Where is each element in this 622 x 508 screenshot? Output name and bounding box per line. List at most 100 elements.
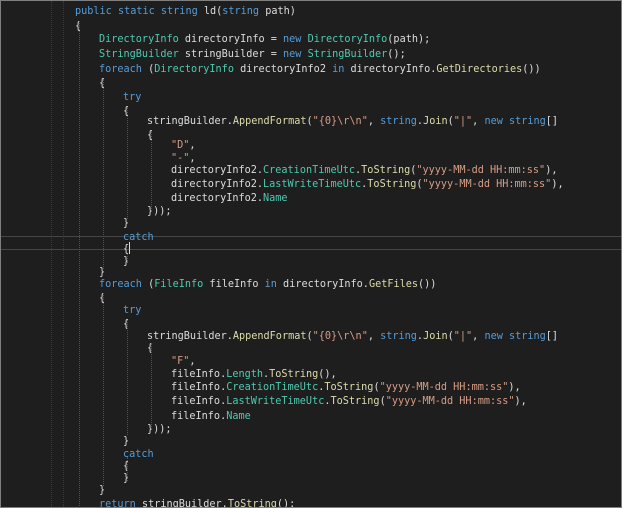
code-line: directoryInfo2.LastWriteTimeUtc.ToString…	[1, 177, 621, 192]
code-token: stringBuilder.	[135, 499, 228, 508]
code-token: directoryInfo.	[276, 279, 369, 290]
code-line: public static string ld(string path)	[1, 4, 621, 19]
code-token: ,	[189, 140, 196, 151]
code-token: directoryInfo =	[178, 34, 284, 45]
code-token: try	[123, 305, 142, 316]
code-token: new	[283, 49, 302, 60]
code-token: FileInfo	[154, 279, 204, 290]
code-token: }	[99, 485, 106, 496]
code-token: "yyyy-MM-dd HH:mm:ss"	[379, 382, 509, 393]
code-token: public	[75, 6, 112, 17]
code-token: ),	[508, 382, 521, 393]
code-token: "F"	[171, 356, 190, 367]
code-token: ())	[418, 279, 437, 290]
code-token: ,	[189, 356, 196, 367]
code-token: directoryInfo2	[233, 64, 333, 75]
code-token: LastWriteTimeUtc	[263, 179, 362, 190]
code-token: ToString	[330, 396, 380, 407]
code-line: }	[1, 216, 621, 231]
code-token: path)	[259, 6, 296, 17]
code-token: (),	[318, 369, 337, 380]
code-token: AppendFormat	[232, 116, 307, 127]
code-token: ),	[551, 179, 564, 190]
code-token: ),	[545, 165, 558, 176]
code-token: static	[117, 6, 155, 17]
block-guide	[79, 21, 80, 506]
code-token: new	[283, 34, 302, 45]
code-token: Name	[263, 193, 288, 204]
code-token: directoryInfo2.	[171, 165, 264, 176]
code-token: ToString	[227, 499, 277, 508]
code-token: }	[123, 436, 130, 447]
code-token: ();	[387, 49, 406, 60]
code-line: foreach (DirectoryInfo directoryInfo2 in…	[1, 62, 621, 77]
code-token: LastWriteTimeUtc	[226, 396, 325, 407]
code-token: fileInfo.	[171, 411, 227, 422]
code-token: string	[380, 116, 417, 127]
code-token: Name	[226, 411, 251, 422]
code-token: GetFiles	[368, 279, 419, 290]
code-line: fileInfo.LastWriteTimeUtc.ToString("yyyy…	[1, 394, 621, 409]
code-token: directoryInfo2.	[171, 179, 264, 190]
code-line: stringBuilder.AppendFormat("{0}\r\n", st…	[1, 114, 621, 129]
code-token: in	[332, 64, 345, 75]
code-token: (path);	[387, 34, 431, 45]
code-token: ToString	[324, 382, 374, 393]
code-token: }	[123, 218, 130, 229]
code-token: ,	[472, 116, 485, 127]
code-token: Length	[226, 369, 264, 380]
block-guide	[151, 343, 152, 429]
code-token: StringBuilder	[99, 49, 179, 60]
code-token: (	[141, 279, 155, 290]
code-token: ToString	[361, 165, 411, 176]
code-token: try	[123, 92, 142, 103]
code-token: ),	[514, 396, 527, 407]
code-token: ToString	[367, 179, 417, 190]
code-token: string	[160, 6, 198, 17]
code-token: foreach	[99, 64, 142, 75]
code-token: fileInfo.	[171, 382, 227, 393]
code-editor[interactable]: public static string ld(string path){Dir…	[0, 0, 622, 508]
code-line: try	[1, 303, 621, 318]
block-guide	[127, 254, 128, 263]
code-token: ld(	[197, 6, 223, 17]
code-token: ,	[367, 116, 381, 127]
code-line: directoryInfo2.CreationTimeUtc.ToString(…	[1, 163, 621, 178]
code-token: "yyyy-MM-dd HH:mm:ss"	[416, 165, 546, 176]
code-line: {	[1, 76, 621, 91]
block-guide	[103, 79, 104, 269]
block-guide	[127, 107, 128, 219]
code-token: ())	[522, 64, 541, 75]
block-guide	[103, 293, 104, 486]
code-token: DirectoryInfo	[154, 64, 234, 75]
block-guide	[151, 131, 152, 211]
code-line: }	[1, 483, 621, 498]
code-token: GetDirectories	[436, 64, 523, 75]
code-token: "|"	[453, 116, 473, 127]
code-token: "yyyy-MM-dd HH:mm:ss"	[385, 396, 515, 407]
code-token: fileInfo.	[171, 369, 227, 380]
code-token: new	[484, 116, 503, 127]
block-guide	[127, 457, 128, 481]
code-token: stringBuilder.	[147, 116, 233, 127]
code-token: DirectoryInfo	[99, 34, 179, 45]
code-token: stringBuilder =	[178, 49, 284, 60]
code-token: fileInfo	[203, 279, 265, 290]
text-caret	[129, 242, 131, 254]
code-token: (	[141, 64, 155, 75]
code-line: fileInfo.CreationTimeUtc.ToString("yyyy-…	[1, 380, 621, 395]
code-token: ();	[276, 499, 296, 508]
code-token: return	[99, 499, 136, 508]
code-token: string	[508, 116, 546, 127]
code-token: "{0}\r\n"	[312, 116, 368, 127]
code-token: CreationTimeUtc	[226, 382, 319, 393]
code-token: StringBuilder	[307, 49, 388, 60]
code-token: []	[545, 116, 559, 127]
code-token: fileInfo.	[171, 396, 227, 407]
code-token: directoryInfo2.	[171, 193, 264, 204]
code-line: return stringBuilder.ToString();	[1, 497, 621, 508]
code-line: try	[1, 90, 621, 105]
code-token: "yyyy-MM-dd HH:mm:ss"	[422, 179, 552, 190]
code-token: Join	[423, 116, 448, 127]
code-token: in	[264, 279, 277, 290]
